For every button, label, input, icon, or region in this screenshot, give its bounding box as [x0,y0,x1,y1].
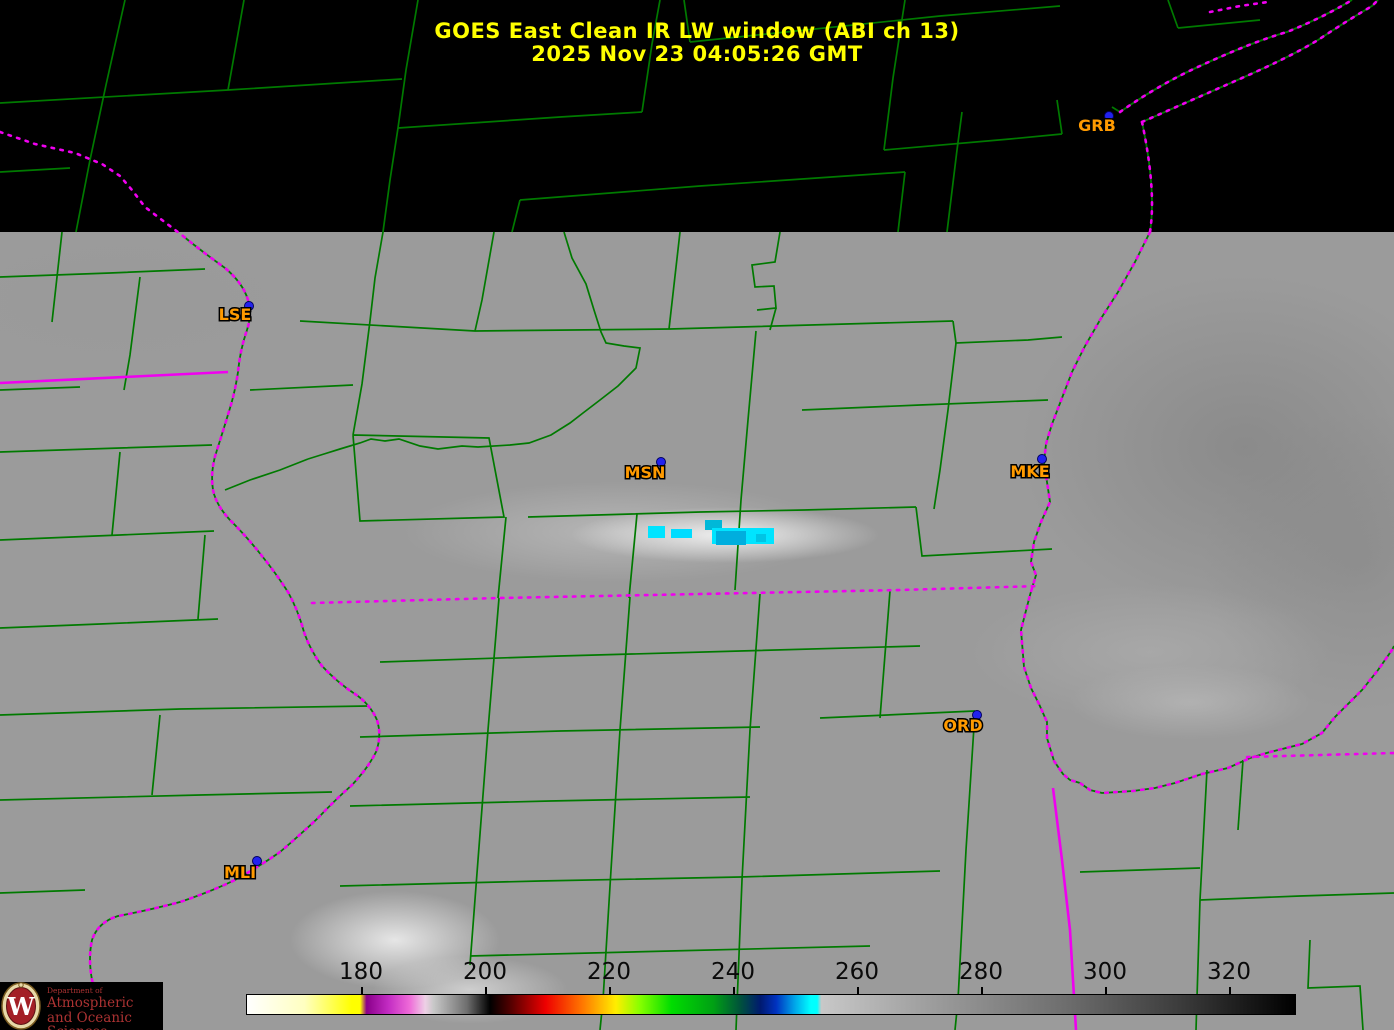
colorbar-tick [609,987,611,994]
colorbar-tick-label: 280 [946,959,1016,985]
logo-name-line-1: Atmospheric [47,997,163,1011]
uw-monogram: W [7,992,36,1021]
colorbar-tick-label: 240 [698,959,768,985]
state-borders [0,0,1394,1030]
colorbar-tick-label: 180 [326,959,396,985]
cold-cloud-pixels [648,520,774,545]
colorbar-tick-label: 220 [574,959,644,985]
colorbar-tick [485,987,487,994]
logo-text: Department of Atmospheric and Oceanic Sc… [47,983,163,1030]
colorbar-tick-label: 260 [822,959,892,985]
station-label-mli: MLI [224,863,256,882]
logo-name-line-2: and Oceanic Sciences [47,1012,163,1030]
station-label-grb: GRB [1078,116,1116,135]
colorbar-tick [857,987,859,994]
station-label-mke: MKE [1010,462,1049,481]
county-boundaries [0,0,1394,1030]
station-label-ord: ORD [943,716,982,735]
colorbar-tick [1229,987,1231,994]
colorbar-tick [361,987,363,994]
uw-aos-logo: W Department of Atmospheric and Oceanic … [0,982,163,1030]
temperature-colorbar [246,994,1296,1015]
colorbar-tick [733,987,735,994]
station-label-msn: MSN [625,463,666,482]
uw-crest-icon: W [0,982,44,1030]
title-line-2: 2025 Nov 23 04:05:26 GMT [0,43,1394,66]
logo-dept-line: Department of [47,987,163,995]
goes-satellite-viewer: GRB LSE MSN MKE ORD MLI GOES East Clean … [0,0,1394,1030]
stations: GRB LSE MSN MKE ORD MLI [219,112,1116,883]
image-title: GOES East Clean IR LW window (ABI ch 13)… [0,20,1394,66]
station-label-lse: LSE [219,305,252,324]
colorbar-tick [981,987,983,994]
colorbar-tick-label: 320 [1194,959,1264,985]
colorbar-tick-label: 200 [450,959,520,985]
title-line-1: GOES East Clean IR LW window (ABI ch 13) [0,20,1394,43]
colorbar-tick [1105,987,1107,994]
map-overlay: GRB LSE MSN MKE ORD MLI [0,0,1394,1030]
colorbar-tick-label: 300 [1070,959,1140,985]
